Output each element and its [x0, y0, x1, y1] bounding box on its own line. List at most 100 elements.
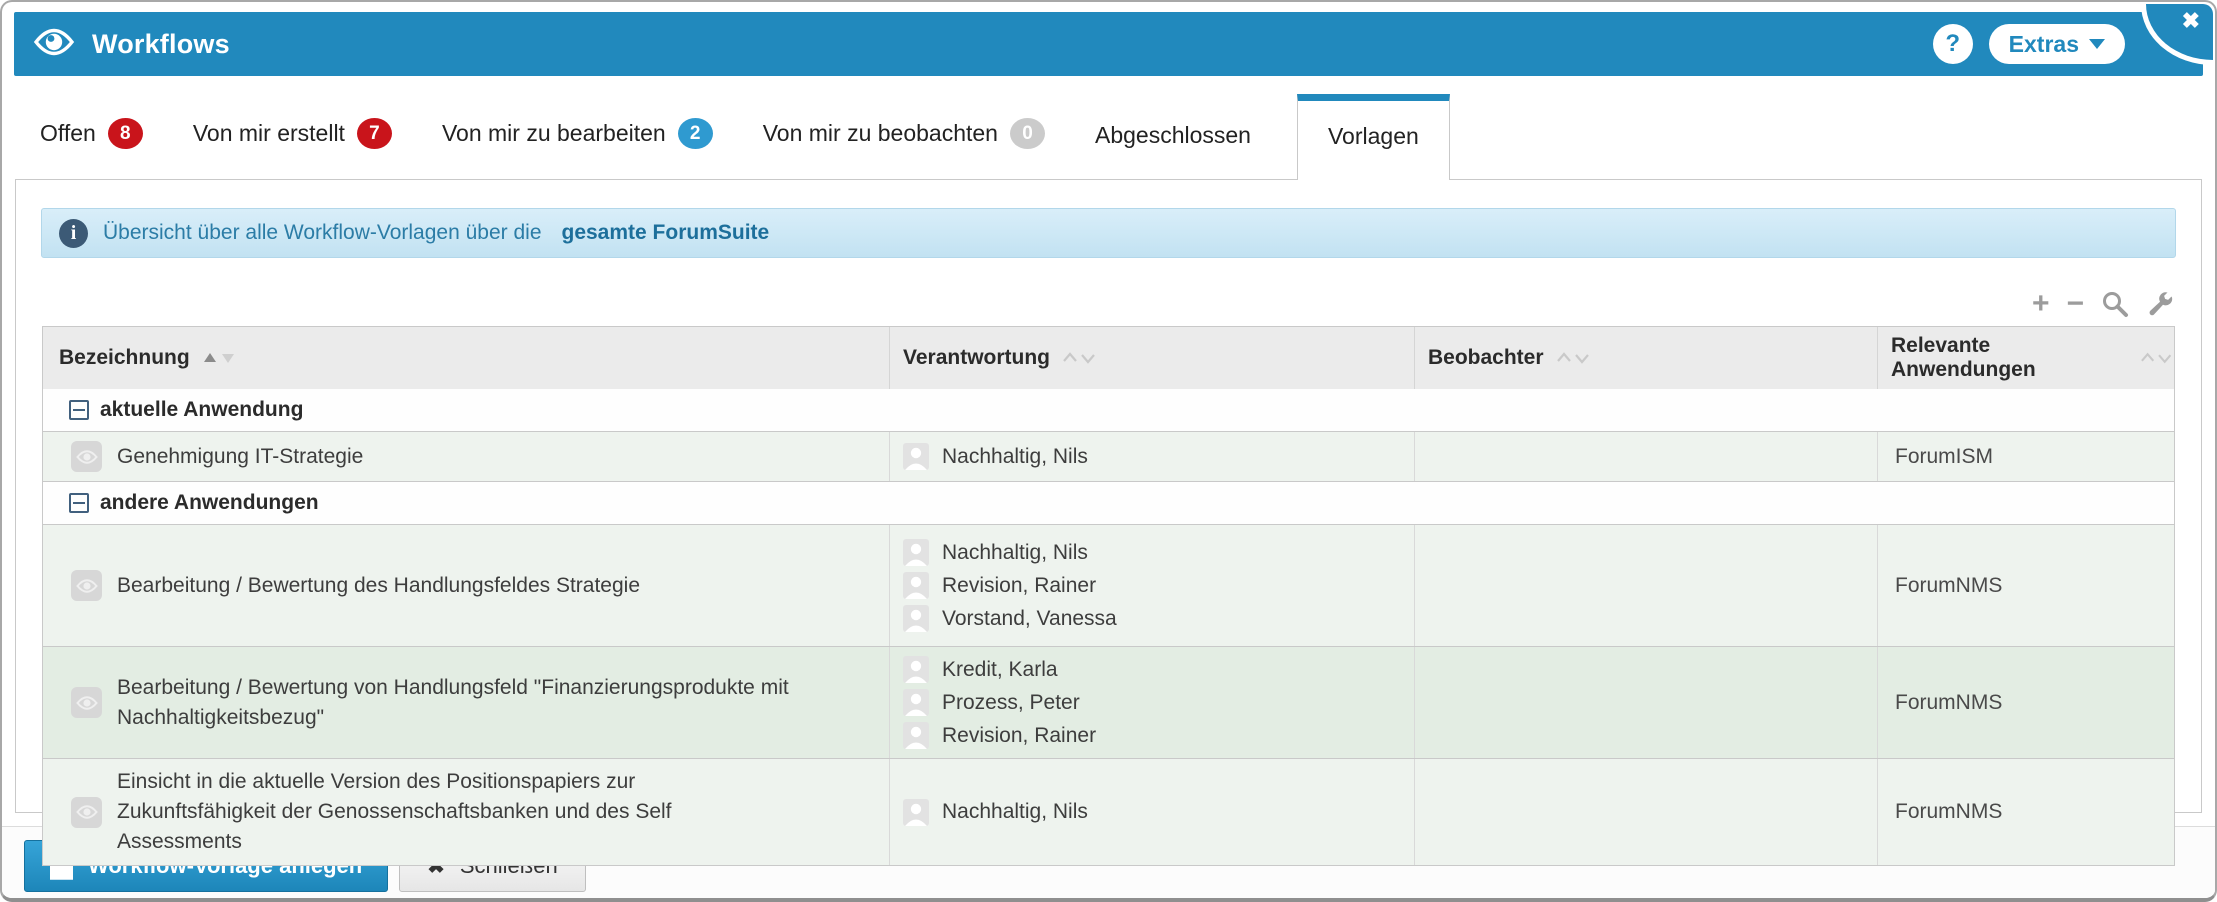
tab-von-mir-erstellt[interactable]: Von mir erstellt 7: [193, 118, 392, 179]
sort-icon: [2140, 352, 2171, 364]
extras-label: Extras: [2008, 30, 2079, 57]
column-label: Verantwortung: [903, 346, 1051, 369]
info-icon: i: [59, 218, 88, 248]
person-name: Nachhaltig, Nils: [942, 800, 1088, 823]
workflow-name: Einsicht in die aktuelle Version des Pos…: [117, 770, 672, 853]
help-button[interactable]: ?: [1932, 24, 1973, 64]
tab-badge: 2: [677, 118, 713, 149]
person-icon: [903, 539, 929, 566]
column-header-bezeichnung[interactable]: Bezeichnung: [43, 327, 889, 389]
cell-beobachter: [1414, 525, 1877, 646]
view-workflow-eye-icon[interactable]: [71, 441, 102, 472]
tab-label: Abgeschlossen: [1094, 122, 1251, 148]
tab-badge: 7: [356, 118, 392, 149]
cell-bezeichnung: Bearbeitung / Bewertung von Handlungsfel…: [43, 647, 889, 758]
table-row[interactable]: Bearbeitung / Bewertung des Handlungsfel…: [43, 524, 2174, 646]
sort-icon: [1556, 352, 1589, 364]
tab-label: Von mir zu beobachten: [762, 120, 998, 146]
person-name: Prozess, Peter: [942, 690, 1080, 714]
tab-badge: 8: [107, 118, 143, 149]
person-entry: Prozess, Peter: [903, 688, 1080, 717]
column-header-verantwortung[interactable]: Verantwortung: [889, 327, 1414, 389]
group-label: aktuelle Anwendung: [100, 398, 304, 421]
cell-bezeichnung: Genehmigung IT-Strategie: [43, 432, 889, 481]
person-icon: [903, 572, 929, 599]
person-name: Kredit, Karla: [942, 657, 1058, 681]
cell-beobachter: [1414, 432, 1877, 481]
tab-label: Von mir erstellt: [192, 120, 345, 146]
group-label: andere Anwendungen: [100, 491, 319, 514]
cell-verantwortung: Kredit, Karla Prozess, Peter Revision, R…: [889, 647, 1414, 758]
sort-icon: [1063, 352, 1095, 364]
tab-label: Offen: [40, 120, 96, 146]
table-toolbar: + −: [16, 288, 2174, 320]
chevron-down-icon: [2089, 39, 2105, 49]
info-banner-text-bold: gesamte ForumSuite: [561, 221, 770, 244]
eye-icon: [32, 26, 76, 63]
close-icon: ✖: [2181, 8, 2200, 33]
person-icon: [903, 689, 929, 716]
cell-verantwortung: Nachhaltig, Nils Revision, Rainer Vorsta…: [889, 525, 1414, 646]
cell-verantwortung: Nachhaltig, Nils: [889, 759, 1414, 865]
person-name: Vorstand, Vanessa: [942, 606, 1117, 630]
table-row[interactable]: Genehmigung IT-Strategie Nachhaltig, Nil…: [43, 431, 2174, 481]
info-banner: i Übersicht über alle Workflow-Vorlagen …: [41, 208, 2176, 258]
cell-relevante-anwendung: ForumNMS: [1877, 647, 2174, 758]
extras-menu-button[interactable]: Extras: [1988, 24, 2125, 64]
collapse-all-minus-icon[interactable]: −: [2066, 289, 2084, 319]
cell-verantwortung: Nachhaltig, Nils: [889, 432, 1414, 481]
window-frame: Workflows ? Extras ✖ Offen 8 Von mir ers…: [0, 0, 2217, 902]
person-name: Nachhaltig, Nils: [942, 540, 1088, 564]
tab-offen[interactable]: Offen 8: [40, 118, 143, 179]
wrench-settings-icon[interactable]: [2146, 290, 2174, 318]
collapse-minus-icon[interactable]: [69, 493, 89, 513]
person-entry: Kredit, Karla: [903, 655, 1058, 684]
cell-beobachter: [1414, 647, 1877, 758]
view-workflow-eye-icon[interactable]: [71, 796, 102, 828]
titlebar-left: Workflows: [32, 26, 230, 63]
column-header-relevante-anwendungen[interactable]: Relevante Anwendungen: [1877, 327, 2174, 389]
column-label: Beobachter: [1428, 346, 1544, 369]
group-row-aktuelle-anwendung[interactable]: aktuelle Anwendung: [43, 389, 2174, 431]
cell-relevante-anwendung: ForumNMS: [1877, 759, 2174, 865]
person-icon: [903, 443, 929, 470]
view-workflow-eye-icon[interactable]: [71, 687, 102, 718]
table-header-row: Bezeichnung Verantwortung Beobachter Rel…: [43, 327, 2174, 389]
person-entry: Revision, Rainer: [903, 571, 1096, 600]
tab-strip: Offen 8 Von mir erstellt 7 Von mir zu be…: [2, 76, 2215, 180]
person-icon: [903, 605, 929, 632]
person-entry: Revision, Rainer: [903, 721, 1096, 750]
table-row[interactable]: Bearbeitung / Bewertung von Handlungsfel…: [43, 646, 2174, 758]
cell-relevante-anwendung: ForumISM: [1877, 432, 2174, 481]
tab-label: Von mir zu bearbeiten: [441, 120, 666, 146]
info-banner-text: Übersicht über alle Workflow-Vorlagen üb…: [103, 221, 542, 244]
person-entry: Nachhaltig, Nils: [903, 442, 1088, 471]
workflow-name: Bearbeitung / Bewertung des Handlungsfel…: [117, 573, 641, 597]
person-icon: [903, 656, 929, 683]
person-name: Nachhaltig, Nils: [942, 444, 1088, 468]
view-workflow-eye-icon[interactable]: [71, 570, 102, 601]
window-titlebar: Workflows ? Extras: [14, 12, 2203, 76]
cell-bezeichnung: Einsicht in die aktuelle Version des Pos…: [43, 759, 889, 865]
person-icon: [903, 798, 929, 826]
search-icon[interactable]: [2101, 290, 2129, 318]
sort-asc-icon: [203, 353, 234, 363]
tab-von-mir-zu-bearbeiten[interactable]: Von mir zu bearbeiten 2: [442, 118, 713, 179]
collapse-minus-icon[interactable]: [69, 400, 89, 420]
tab-von-mir-zu-beobachten[interactable]: Von mir zu beobachten 0: [763, 118, 1045, 179]
cell-beobachter: [1414, 759, 1877, 865]
tab-content-panel: i Übersicht über alle Workflow-Vorlagen …: [15, 179, 2202, 866]
group-row-andere-anwendungen[interactable]: andere Anwendungen: [43, 481, 2174, 524]
tab-vorlagen-active[interactable]: Vorlagen: [1296, 94, 1450, 180]
cell-bezeichnung: Bearbeitung / Bewertung des Handlungsfel…: [43, 525, 889, 646]
expand-all-plus-icon[interactable]: +: [2032, 289, 2050, 319]
tab-abgeschlossen[interactable]: Abgeschlossen: [1095, 122, 1251, 179]
column-header-beobachter[interactable]: Beobachter: [1414, 327, 1877, 389]
person-entry: Vorstand, Vanessa: [903, 604, 1117, 633]
person-icon: [903, 722, 929, 749]
tab-badge: 0: [1009, 118, 1045, 149]
table-row[interactable]: Einsicht in die aktuelle Version des Pos…: [43, 758, 2174, 865]
workflow-templates-table: Bezeichnung Verantwortung Beobachter Rel…: [42, 326, 2175, 866]
column-label: Relevante Anwendungen: [1891, 334, 2036, 381]
person-name: Revision, Rainer: [942, 573, 1097, 597]
